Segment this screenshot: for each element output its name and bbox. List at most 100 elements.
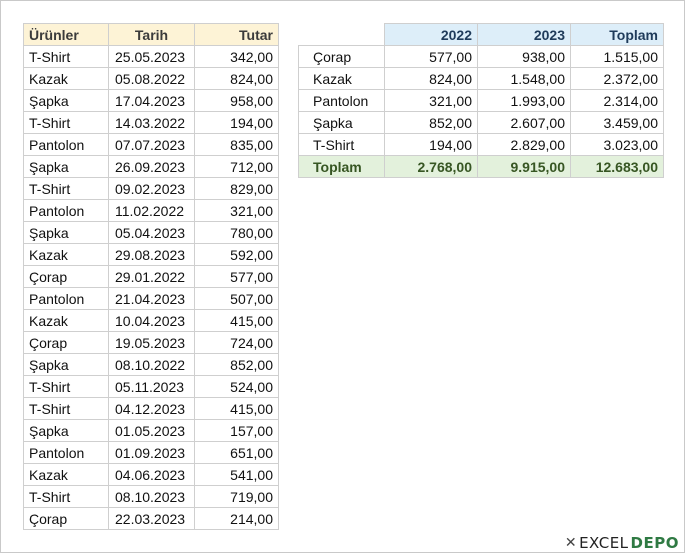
cell-tutar[interactable]: 541,00 (194, 463, 279, 486)
cell-tutar[interactable]: 712,00 (194, 155, 279, 178)
cell-urun[interactable]: Çorap (23, 265, 109, 288)
cell-urun[interactable]: Pantolon (23, 287, 109, 310)
table-row: Çorap 19.05.2023 724,00 (23, 331, 279, 354)
cell-tutar[interactable]: 835,00 (194, 133, 279, 156)
pivot-header-2022[interactable]: 2022 (384, 23, 478, 46)
pivot-cell-2022[interactable]: 321,00 (384, 89, 478, 112)
cell-urun[interactable]: T-Shirt (23, 177, 109, 200)
pivot-cell-toplam[interactable]: 3.459,00 (570, 111, 664, 134)
header-urunler[interactable]: Ürünler (23, 23, 109, 46)
cell-urun[interactable]: Kazak (23, 309, 109, 332)
pivot-cell-2022[interactable]: 824,00 (384, 67, 478, 90)
pivot-total-toplam[interactable]: 12.683,00 (570, 155, 664, 178)
cell-tutar[interactable]: 824,00 (194, 67, 279, 90)
table-row: Şapka 08.10.2022 852,00 (23, 353, 279, 376)
cell-tutar[interactable]: 214,00 (194, 507, 279, 530)
cell-urun[interactable]: Kazak (23, 243, 109, 266)
pivot-cell-2022[interactable]: 194,00 (384, 133, 478, 156)
pivot-cell-toplam[interactable]: 2.314,00 (570, 89, 664, 112)
pivot-row-label[interactable]: Pantolon (298, 89, 385, 112)
cell-tutar[interactable]: 507,00 (194, 287, 279, 310)
cell-tarih[interactable]: 25.05.2023 (108, 45, 195, 68)
cell-tarih[interactable]: 11.02.2022 (108, 199, 195, 222)
pivot-cell-toplam[interactable]: 2.372,00 (570, 67, 664, 90)
cell-urun[interactable]: Çorap (23, 331, 109, 354)
cell-tutar[interactable]: 829,00 (194, 177, 279, 200)
cell-tutar[interactable]: 157,00 (194, 419, 279, 442)
cell-urun[interactable]: T-Shirt (23, 485, 109, 508)
cell-tarih[interactable]: 26.09.2023 (108, 155, 195, 178)
cell-tutar[interactable]: 592,00 (194, 243, 279, 266)
cell-tutar[interactable]: 415,00 (194, 309, 279, 332)
cell-tarih[interactable]: 05.04.2023 (108, 221, 195, 244)
cell-tutar[interactable]: 577,00 (194, 265, 279, 288)
pivot-row-label[interactable]: Kazak (298, 67, 385, 90)
cell-urun[interactable]: Pantolon (23, 133, 109, 156)
cell-tarih[interactable]: 19.05.2023 (108, 331, 195, 354)
cell-tarih[interactable]: 10.04.2023 (108, 309, 195, 332)
cell-tutar[interactable]: 524,00 (194, 375, 279, 398)
cell-tutar[interactable]: 415,00 (194, 397, 279, 420)
pivot-cell-2023[interactable]: 2.607,00 (477, 111, 571, 134)
cell-urun[interactable]: Şapka (23, 419, 109, 442)
pivot-total-label[interactable]: Toplam (298, 155, 385, 178)
cell-tarih[interactable]: 07.07.2023 (108, 133, 195, 156)
cell-tutar[interactable]: 194,00 (194, 111, 279, 134)
cell-tarih[interactable]: 22.03.2023 (108, 507, 195, 530)
cell-tarih[interactable]: 17.04.2023 (108, 89, 195, 112)
cell-tarih[interactable]: 14.03.2022 (108, 111, 195, 134)
cell-tarih[interactable]: 08.10.2023 (108, 485, 195, 508)
cell-urun[interactable]: Kazak (23, 67, 109, 90)
cell-tarih[interactable]: 04.06.2023 (108, 463, 195, 486)
cell-tarih[interactable]: 29.08.2023 (108, 243, 195, 266)
pivot-cell-2023[interactable]: 1.993,00 (477, 89, 571, 112)
cell-tarih[interactable]: 05.08.2022 (108, 67, 195, 90)
pivot-cell-2023[interactable]: 1.548,00 (477, 67, 571, 90)
pivot-cell-2022[interactable]: 852,00 (384, 111, 478, 134)
cell-urun[interactable]: T-Shirt (23, 375, 109, 398)
pivot-cell-2022[interactable]: 577,00 (384, 45, 478, 68)
cell-tarih[interactable]: 08.10.2022 (108, 353, 195, 376)
cell-tarih[interactable]: 01.09.2023 (108, 441, 195, 464)
cell-tarih[interactable]: 04.12.2023 (108, 397, 195, 420)
cell-urun[interactable]: Pantolon (23, 199, 109, 222)
cell-tarih[interactable]: 05.11.2023 (108, 375, 195, 398)
cell-tutar[interactable]: 321,00 (194, 199, 279, 222)
header-tarih[interactable]: Tarih (108, 23, 195, 46)
pivot-header-toplam[interactable]: Toplam (570, 23, 664, 46)
cell-urun[interactable]: Şapka (23, 353, 109, 376)
pivot-row: Şapka 852,00 2.607,00 3.459,00 (298, 111, 664, 134)
cell-tarih[interactable]: 01.05.2023 (108, 419, 195, 442)
cell-urun[interactable]: Şapka (23, 89, 109, 112)
pivot-row-label[interactable]: T-Shirt (298, 133, 385, 156)
cell-urun[interactable]: T-Shirt (23, 397, 109, 420)
cell-urun[interactable]: Kazak (23, 463, 109, 486)
cell-urun[interactable]: Şapka (23, 155, 109, 178)
cell-tutar[interactable]: 719,00 (194, 485, 279, 508)
pivot-row-label[interactable]: Çorap (298, 45, 385, 68)
pivot-total-2022[interactable]: 2.768,00 (384, 155, 478, 178)
cell-tutar[interactable]: 651,00 (194, 441, 279, 464)
cell-tarih[interactable]: 09.02.2023 (108, 177, 195, 200)
pivot-cell-toplam[interactable]: 3.023,00 (570, 133, 664, 156)
pivot-row-label[interactable]: Şapka (298, 111, 385, 134)
pivot-total-2023[interactable]: 9.915,00 (477, 155, 571, 178)
cell-tutar[interactable]: 780,00 (194, 221, 279, 244)
cell-urun[interactable]: Şapka (23, 221, 109, 244)
pivot-header-2023[interactable]: 2023 (477, 23, 571, 46)
cell-tutar[interactable]: 342,00 (194, 45, 279, 68)
cell-urun[interactable]: T-Shirt (23, 111, 109, 134)
header-tutar[interactable]: Tutar (194, 23, 279, 46)
cell-tarih[interactable]: 21.04.2023 (108, 287, 195, 310)
pivot-corner-cell[interactable] (298, 23, 385, 46)
pivot-cell-2023[interactable]: 2.829,00 (477, 133, 571, 156)
pivot-cell-2023[interactable]: 938,00 (477, 45, 571, 68)
cell-tarih[interactable]: 29.01.2022 (108, 265, 195, 288)
cell-tutar[interactable]: 958,00 (194, 89, 279, 112)
cell-tutar[interactable]: 724,00 (194, 331, 279, 354)
cell-urun[interactable]: Pantolon (23, 441, 109, 464)
cell-urun[interactable]: T-Shirt (23, 45, 109, 68)
cell-urun[interactable]: Çorap (23, 507, 109, 530)
cell-tutar[interactable]: 852,00 (194, 353, 279, 376)
pivot-cell-toplam[interactable]: 1.515,00 (570, 45, 664, 68)
